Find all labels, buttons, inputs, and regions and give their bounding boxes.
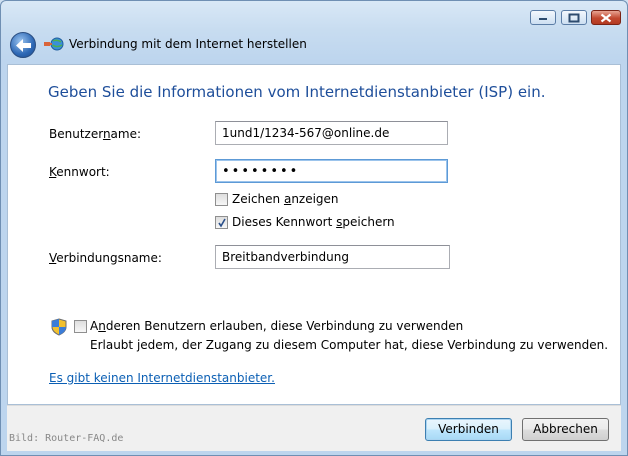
username-field[interactable]: 1und1/1234-567@online.de (215, 121, 448, 145)
content-pane: Geben Sie die Informationen vom Internet… (7, 64, 621, 405)
allow-others-description: Erlaubt jedem, der Zugang zu diesem Comp… (90, 338, 609, 352)
checkmark-icon (218, 218, 226, 228)
minimize-icon (539, 17, 547, 20)
network-connection-icon (44, 37, 64, 51)
no-isp-link[interactable]: Es gibt keinen Internetdienstanbieter. (49, 371, 275, 385)
username-value: 1und1/1234-567@online.de (222, 126, 390, 140)
close-button[interactable] (591, 10, 621, 25)
username-label: Benutzername: (49, 127, 142, 141)
window-title: Verbindung mit dem Internet herstellen (69, 37, 307, 51)
dialog-footer: Bild: Router-FAQ.de Verbinden Abbrechen (7, 405, 621, 451)
minimize-button[interactable] (530, 10, 556, 25)
connection-name-value: Breitbandverbindung (222, 250, 349, 264)
password-field[interactable]: •••••••• (215, 159, 448, 183)
uac-shield-icon (51, 318, 67, 336)
close-icon (600, 13, 612, 22)
cancel-button[interactable]: Abbrechen (522, 418, 609, 441)
back-arrow-icon (16, 39, 31, 52)
page-heading: Geben Sie die Informationen vom Internet… (48, 83, 546, 101)
connection-name-field[interactable]: Breitbandverbindung (215, 245, 450, 269)
allow-others-label[interactable]: Anderen Benutzern erlauben, diese Verbin… (90, 319, 463, 333)
save-password-checkbox[interactable] (215, 216, 228, 229)
maximize-icon (568, 13, 580, 22)
dialog-window: Verbindung mit dem Internet herstellen G… (0, 0, 628, 456)
password-value: •••••••• (222, 164, 300, 179)
show-chars-label[interactable]: Zeichen anzeigen (232, 192, 339, 206)
show-chars-checkbox[interactable] (215, 193, 228, 206)
connection-name-label: Verbindungsname: (49, 251, 162, 265)
allow-others-checkbox[interactable] (74, 320, 87, 333)
back-button[interactable] (10, 32, 36, 58)
save-password-label[interactable]: Dieses Kennwort speichern (232, 215, 395, 229)
image-credit: Bild: Router-FAQ.de (9, 433, 124, 444)
connect-button[interactable]: Verbinden (425, 418, 512, 441)
maximize-button[interactable] (561, 10, 587, 25)
password-label: Kennwort: (49, 165, 110, 179)
